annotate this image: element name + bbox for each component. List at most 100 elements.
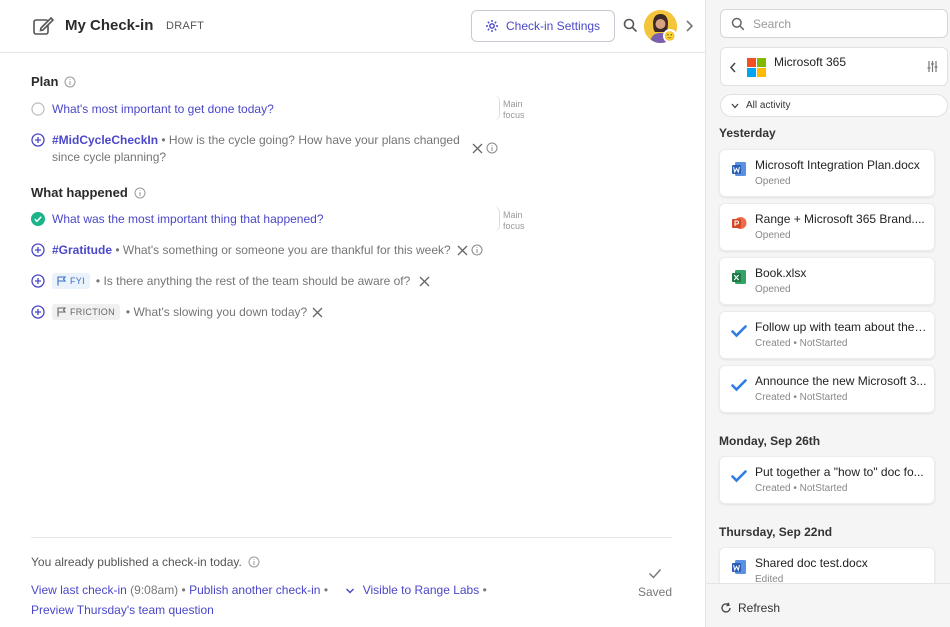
close-icon[interactable] [419,276,430,287]
plan-section-title: Plan [31,74,76,89]
info-icon[interactable] [486,142,498,154]
happened-question-friction[interactable]: FRICTION • What's slowing you down today… [31,304,307,321]
activity-status: Opened [755,230,791,241]
list-item[interactable]: Range + Microsoft 365 Brand.... Opened [719,203,935,251]
search-icon[interactable] [623,18,638,33]
day-heading: Yesterday [719,126,776,140]
refresh-label: Refresh [738,601,781,615]
activity-title: Shared doc test.docx [755,556,868,570]
info-icon[interactable] [134,187,146,199]
last-checkin-time: (9:08am) • [126,583,190,597]
search-icon [731,17,745,31]
page-title: My Check-in [65,17,154,34]
search-input[interactable] [753,16,933,31]
preview-team-question-link[interactable]: Preview Thursday's team question [31,603,214,617]
info-icon[interactable] [471,244,483,256]
refresh-icon [721,602,731,613]
add-circle-icon[interactable] [31,243,45,257]
published-notice-text: You already published a check-in today. [31,555,242,569]
close-icon[interactable] [457,245,468,256]
list-item[interactable]: Microsoft Integration Plan.docx Opened [719,149,935,197]
plan-question-text[interactable]: What's most important to get done today? [52,101,274,118]
saved-indicator: Saved [635,568,675,599]
activity-title: Put together a "how to" doc fo... [755,465,924,479]
filter-sliders-icon[interactable] [926,60,939,73]
info-icon[interactable] [248,556,260,568]
word-icon [731,161,747,177]
microsoft-logo-icon [747,58,766,77]
what-happened-section-title: What happened [31,185,146,200]
fyi-chip-label: FYI [70,275,85,286]
plan-question-midcycle[interactable]: #MidCycleCheckIn • How is the cycle goin… [31,132,471,166]
activity-filter-label: All activity [746,100,791,111]
activity-title: Announce the new Microsoft 3... [755,374,927,388]
app-name: Microsoft 365 [774,55,847,69]
gratitude-question-text: • What's something or someone you are th… [112,243,451,257]
happened-question-text[interactable]: What was the most important thing that h… [52,211,324,228]
view-last-checkin-link[interactable]: View last check-in [31,583,127,597]
main-focus-label-line2: focus [503,221,525,231]
todo-icon [731,377,747,393]
activity-status: Created • NotStarted [755,338,848,349]
activity-title: Microsoft Integration Plan.docx [755,158,920,172]
happened-question-main[interactable]: What was the most important thing that h… [31,211,324,228]
friction-chip[interactable]: FRICTION [52,304,120,320]
publish-another-link[interactable]: Publish another check-in [189,583,320,597]
gratitude-tag: #Gratitude [52,243,113,257]
activity-status: Opened [755,176,791,187]
add-circle-icon[interactable] [31,305,45,319]
list-item[interactable]: Put together a "how to" doc fo... Create… [719,456,935,504]
fyi-chip[interactable]: FYI [52,273,90,289]
gear-icon [485,19,499,33]
word-icon [731,559,747,575]
separator: • [479,583,487,597]
close-icon[interactable] [472,143,483,154]
top-bar: My Check-in DRAFT Check-in Settings 🙂 [0,0,705,53]
friction-chip-label: FRICTION [70,306,115,317]
main-focus-label: Main focus [493,95,525,121]
visibility-link[interactable]: Visible to Range Labs [363,583,480,597]
empty-circle-icon[interactable] [31,102,45,116]
activity-sidebar: Microsoft 365 All activity Yesterday Mic… [705,0,950,627]
activity-status: Created • NotStarted [755,392,848,403]
app-selector[interactable]: Microsoft 365 [720,47,948,86]
refresh-button[interactable]: Refresh [720,601,780,615]
midcycle-tag: #MidCycleCheckIn [52,133,159,147]
published-notice: You already published a check-in today. [31,555,260,569]
footer-divider [31,537,672,538]
checkin-settings-button[interactable]: Check-in Settings [471,10,615,42]
list-item[interactable]: Announce the new Microsoft 3... Created … [719,365,935,413]
chevron-down-icon [731,103,739,108]
check-icon [635,568,675,579]
list-item[interactable]: Follow up with team about the ... Create… [719,311,935,359]
plan-question-main[interactable]: What's most important to get done today? [31,101,274,118]
main-focus-label-line1: Main [503,210,523,220]
activity-title: Book.xlsx [755,266,807,280]
chevron-down-icon[interactable] [345,587,355,595]
todo-icon [731,323,747,339]
chevron-left-icon[interactable] [729,62,737,73]
edit-icon [32,15,54,37]
excel-icon [731,269,747,285]
happened-question-gratitude[interactable]: #Gratitude • What's something or someone… [31,242,451,259]
checkin-settings-label: Check-in Settings [506,19,601,33]
list-item[interactable]: Book.xlsx Opened [719,257,935,305]
check-circle-icon[interactable] [31,212,45,226]
happened-question-fyi[interactable]: FYI • Is there anything the rest of the … [31,273,410,290]
draft-status-badge: DRAFT [166,20,205,32]
day-heading: Monday, Sep 26th [719,434,821,448]
what-happened-title: What happened [31,185,128,200]
add-circle-icon[interactable] [31,274,45,288]
emoji-badge-icon: 🙂 [663,29,677,43]
close-icon[interactable] [312,307,323,318]
activity-filter-dropdown[interactable]: All activity [720,94,948,117]
fyi-question-text: • Is there anything the rest of the team… [95,274,411,288]
sidebar-search[interactable] [720,9,948,38]
checkin-main-pane: My Check-in DRAFT Check-in Settings 🙂 Pl… [0,0,705,627]
add-circle-icon[interactable] [31,133,45,147]
saved-label: Saved [637,585,673,599]
powerpoint-icon [731,215,747,231]
info-icon[interactable] [64,76,76,88]
chevron-right-icon[interactable] [684,19,694,33]
activity-status: Created • NotStarted [755,483,848,494]
